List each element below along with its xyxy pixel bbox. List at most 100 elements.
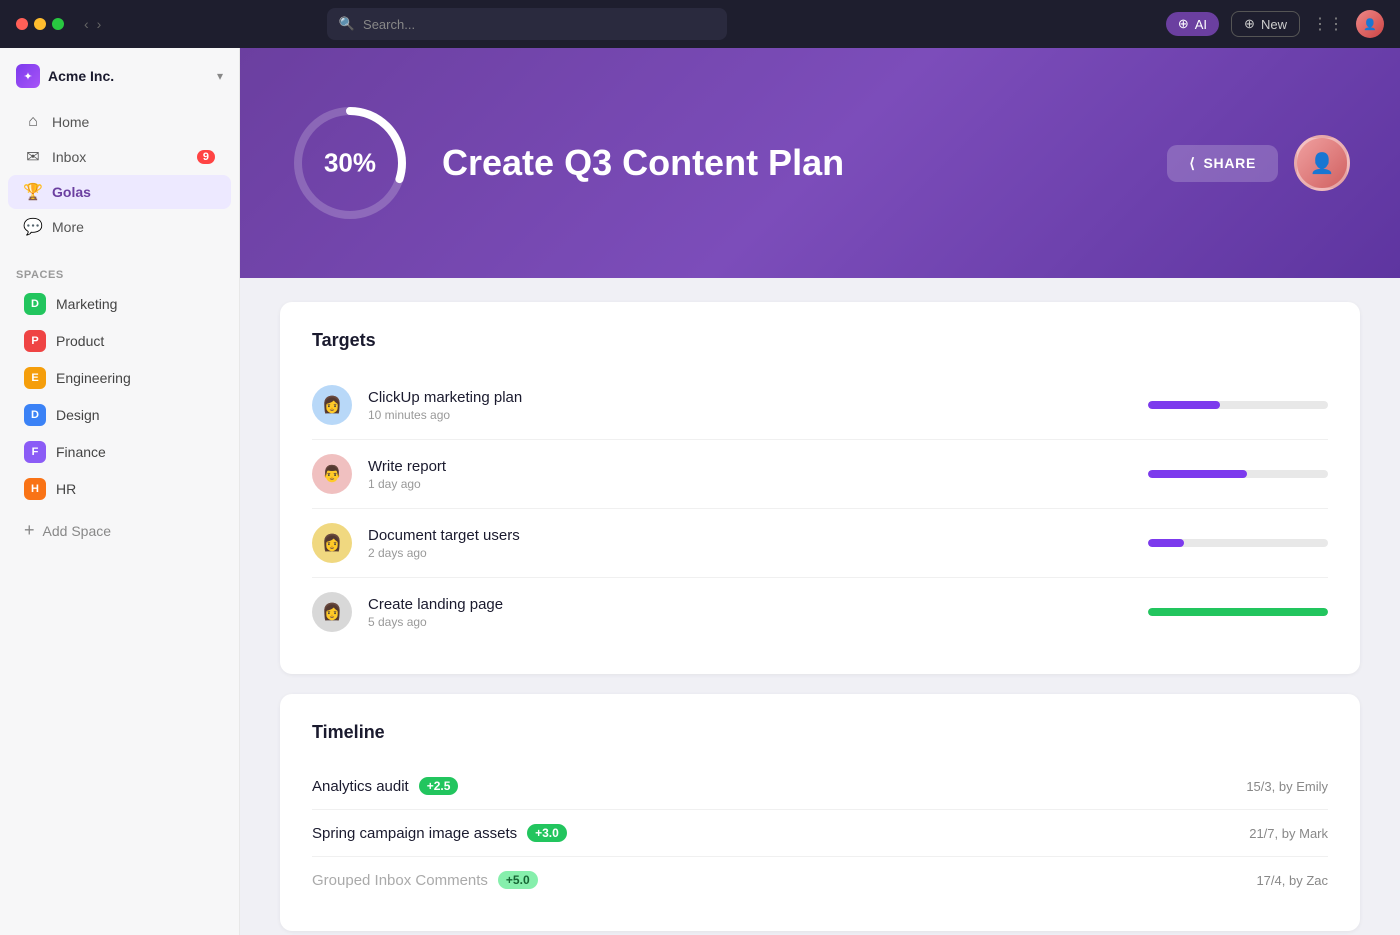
add-space-button[interactable]: + Add Space: [8, 512, 231, 549]
timeline-by-2: by: [1282, 826, 1299, 841]
timeline-title: Timeline: [312, 722, 1328, 743]
sidebar-item-marketing[interactable]: D Marketing: [8, 286, 231, 322]
add-space-label: Add Space: [43, 523, 112, 539]
sidebar-item-goals[interactable]: 🏆 Golas: [8, 175, 231, 209]
design-label: Design: [56, 407, 100, 423]
timeline-name-2: Spring campaign image assets: [312, 825, 517, 842]
engineering-badge: E: [24, 367, 46, 389]
target-progress-fill-2: [1148, 470, 1247, 478]
inbox-badge: 9: [197, 150, 215, 164]
sidebar-item-goals-label: Golas: [52, 184, 91, 200]
share-label: SHARE: [1203, 155, 1256, 171]
target-name-2: Write report: [368, 458, 1132, 475]
back-arrow[interactable]: ‹: [84, 16, 89, 32]
target-avatar-4: 👩: [312, 592, 352, 632]
ai-label: AI: [1195, 17, 1207, 32]
workspace-icon: ✦: [16, 64, 40, 88]
content-area: 30% Create Q3 Content Plan ⟨ SHARE 👤 Tar…: [240, 48, 1400, 935]
target-info-3: Document target users 2 days ago: [368, 527, 1132, 560]
goals-icon: 🏆: [24, 183, 42, 201]
traffic-light-red[interactable]: [16, 18, 28, 30]
grid-icon[interactable]: ⋮⋮: [1312, 14, 1344, 34]
spaces-list: D Marketing P Product E Engineering D De…: [0, 285, 239, 508]
forward-arrow[interactable]: ›: [97, 16, 102, 32]
sidebar-item-more-label: More: [52, 219, 84, 235]
target-progress-fill-1: [1148, 401, 1220, 409]
workspace-name: Acme Inc.: [48, 68, 114, 84]
target-time-2: 1 day ago: [368, 477, 1132, 491]
target-progress-fill-4: [1148, 608, 1328, 616]
search-icon: 🔍: [339, 16, 355, 32]
progress-label: 30%: [324, 148, 376, 179]
sidebar-item-inbox-label: Inbox: [52, 149, 86, 165]
traffic-light-green[interactable]: [52, 18, 64, 30]
timeline-by-3: by: [1289, 873, 1306, 888]
target-item-3: 👩 Document target users 2 days ago: [312, 509, 1328, 578]
timeline-card: Timeline Analytics audit +2.5 15/3, by E…: [280, 694, 1360, 931]
target-progress-1: [1148, 401, 1328, 409]
sidebar-item-engineering[interactable]: E Engineering: [8, 360, 231, 396]
home-icon: ⌂: [24, 113, 42, 131]
target-progress-3: [1148, 539, 1328, 547]
timeline-person-3: Zac: [1306, 873, 1328, 888]
targets-card: Targets 👩 ClickUp marketing plan 10 minu…: [280, 302, 1360, 674]
target-name-4: Create landing page: [368, 596, 1132, 613]
hr-badge: H: [24, 478, 46, 500]
sidebar-item-more[interactable]: 💬 More: [8, 210, 231, 244]
spaces-section-title: Spaces: [0, 261, 239, 285]
timeline-item-1: Analytics audit +2.5 15/3, by Emily: [312, 763, 1328, 810]
timeline-badge-1: +2.5: [419, 777, 459, 795]
timeline-date-3: 17/4,: [1256, 873, 1285, 888]
timeline-right-3: 17/4, by Zac: [1256, 873, 1328, 888]
timeline-name-1: Analytics audit: [312, 778, 409, 795]
target-info-1: ClickUp marketing plan 10 minutes ago: [368, 389, 1132, 422]
search-bar[interactable]: 🔍 Search...: [327, 8, 727, 40]
target-avatar-1: 👩: [312, 385, 352, 425]
share-button[interactable]: ⟨ SHARE: [1167, 145, 1278, 182]
sidebar-item-product[interactable]: P Product: [8, 323, 231, 359]
hero-section: 30% Create Q3 Content Plan ⟨ SHARE 👤: [240, 48, 1400, 278]
target-avatar-2: 👨: [312, 454, 352, 494]
new-button[interactable]: ⊕ New: [1231, 11, 1300, 37]
target-item-2: 👨 Write report 1 day ago: [312, 440, 1328, 509]
target-progress-4: [1148, 608, 1328, 616]
timeline-badge-2: +3.0: [527, 824, 567, 842]
timeline-item-3: Grouped Inbox Comments +5.0 17/4, by Zac: [312, 857, 1328, 903]
traffic-lights: [16, 18, 64, 30]
hero-avatar[interactable]: 👤: [1294, 135, 1350, 191]
marketing-badge: D: [24, 293, 46, 315]
timeline-right-2: 21/7, by Mark: [1249, 826, 1328, 841]
marketing-label: Marketing: [56, 296, 117, 312]
sidebar-item-inbox[interactable]: ✉ Inbox 9: [8, 140, 231, 174]
traffic-light-yellow[interactable]: [34, 18, 46, 30]
ai-icon: ⊕: [1178, 16, 1189, 32]
add-space-plus-icon: +: [24, 520, 35, 541]
hero-actions: ⟨ SHARE 👤: [1167, 135, 1350, 191]
target-time-4: 5 days ago: [368, 615, 1132, 629]
target-item-1: 👩 ClickUp marketing plan 10 minutes ago: [312, 371, 1328, 440]
share-icon: ⟨: [1189, 155, 1195, 172]
hr-label: HR: [56, 481, 76, 497]
engineering-label: Engineering: [56, 370, 131, 386]
timeline-right-1: 15/3, by Emily: [1246, 779, 1328, 794]
target-name-1: ClickUp marketing plan: [368, 389, 1132, 406]
timeline-item-2: Spring campaign image assets +3.0 21/7, …: [312, 810, 1328, 857]
sidebar-item-home[interactable]: ⌂ Home: [8, 105, 231, 139]
user-avatar-top[interactable]: 👤: [1356, 10, 1384, 38]
sidebar-item-hr[interactable]: H HR: [8, 471, 231, 507]
target-time-1: 10 minutes ago: [368, 408, 1132, 422]
progress-ring: 30%: [290, 103, 410, 223]
timeline-badge-3: +5.0: [498, 871, 538, 889]
workspace-header[interactable]: ✦ Acme Inc. ▾: [0, 48, 239, 96]
ai-button[interactable]: ⊕ AI: [1166, 12, 1219, 36]
content-scroll: Targets 👩 ClickUp marketing plan 10 minu…: [240, 278, 1400, 935]
sidebar-item-design[interactable]: D Design: [8, 397, 231, 433]
finance-badge: F: [24, 441, 46, 463]
workspace-chevron: ▾: [217, 69, 223, 83]
timeline-by-1: by: [1279, 779, 1296, 794]
design-badge: D: [24, 404, 46, 426]
timeline-date-2: 21/7,: [1249, 826, 1278, 841]
sidebar-item-finance[interactable]: F Finance: [8, 434, 231, 470]
search-placeholder: Search...: [363, 17, 415, 32]
hero-title: Create Q3 Content Plan: [442, 142, 1135, 184]
